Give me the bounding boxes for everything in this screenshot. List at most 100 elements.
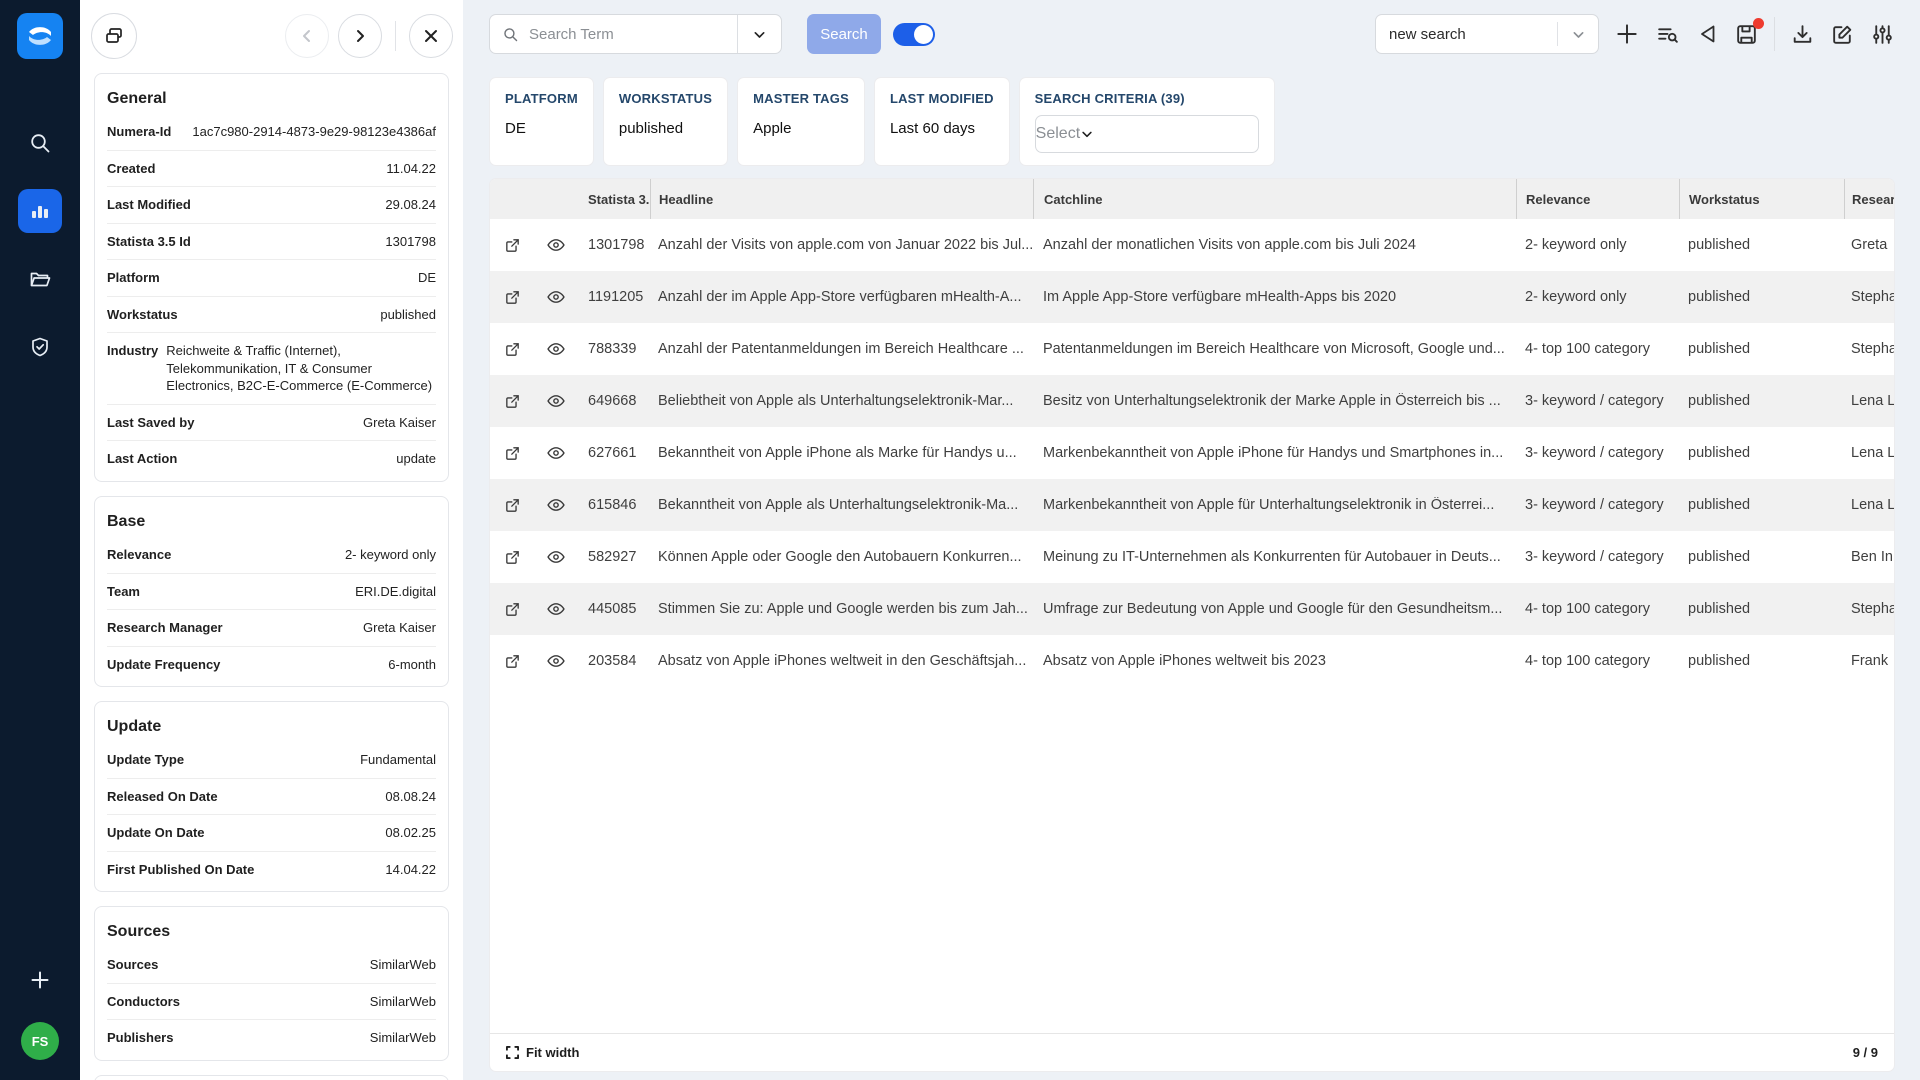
add-button[interactable] — [18, 958, 62, 1002]
table-row[interactable]: 203584Absatz von Apple iPhones weltweit … — [490, 635, 1894, 687]
criteria-select-placeholder: Select — [1036, 125, 1080, 143]
panel-row-label: Relevance — [107, 546, 171, 564]
column-header-id[interactable]: Statista 3... — [578, 179, 650, 219]
panel-row-label: Sources — [107, 956, 158, 974]
cell-workstatus: published — [1679, 601, 1844, 617]
eye-icon — [546, 287, 566, 307]
external-link-icon — [504, 341, 521, 358]
fit-width-button[interactable]: Fit width — [506, 1045, 579, 1060]
cell-headline: Beliebtheit von Apple als Unterhaltungse… — [650, 393, 1033, 409]
section-title: General — [107, 90, 436, 108]
sidebar-item-search[interactable] — [18, 121, 62, 165]
toggle-knob — [914, 25, 933, 44]
sidebar-item-folders[interactable] — [18, 257, 62, 301]
save-button[interactable] — [1734, 22, 1759, 47]
cell-catchline: Im Apple App-Store verfügbare mHealth-Ap… — [1033, 289, 1516, 305]
preview-button[interactable] — [534, 339, 578, 359]
preview-button[interactable] — [534, 391, 578, 411]
preview-button[interactable] — [534, 235, 578, 255]
flag-button[interactable] — [1695, 22, 1719, 46]
chip-master-tags[interactable]: MASTER TAGSApple — [737, 77, 865, 166]
search-list-button[interactable] — [1655, 22, 1680, 47]
cell-catchline: Anzahl der monatlichen Visits von apple.… — [1033, 237, 1516, 253]
chip-last-modified[interactable]: LAST MODIFIEDLast 60 days — [874, 77, 1010, 166]
table-row[interactable]: 582927Können Apple oder Google den Autob… — [490, 531, 1894, 583]
user-avatar[interactable]: FS — [21, 1022, 59, 1060]
panel-row-label: Update Frequency — [107, 656, 220, 674]
folder-icon — [28, 267, 52, 291]
table-row[interactable]: 1191205Anzahl der im Apple App-Store ver… — [490, 271, 1894, 323]
statista-logo[interactable] — [17, 13, 63, 59]
preview-button[interactable] — [534, 443, 578, 463]
open-external-button[interactable] — [490, 497, 534, 514]
column-header-headline[interactable]: Headline — [650, 179, 1033, 219]
eye-icon — [546, 599, 566, 619]
search-button[interactable]: Search — [807, 14, 881, 54]
saved-search-select[interactable]: new search — [1375, 14, 1599, 54]
panel-row: Numera-Id1ac7c980-2914-4873-9e29-98123e4… — [107, 114, 436, 151]
forward-button[interactable] — [338, 14, 382, 58]
preview-button[interactable] — [534, 287, 578, 307]
close-button[interactable] — [409, 14, 453, 58]
chip-platform[interactable]: PLATFORMDE — [489, 77, 594, 166]
open-external-button[interactable] — [490, 549, 534, 566]
back-button[interactable] — [285, 14, 329, 58]
panel-row: First Published On Date14.04.22 — [107, 852, 436, 888]
cell-id: 788339 — [578, 341, 650, 357]
table-row[interactable]: 788339Anzahl der Patentanmeldungen im Be… — [490, 323, 1894, 375]
open-external-button[interactable] — [490, 289, 534, 306]
table-row[interactable]: 615846Bekanntheit von Apple als Unterhal… — [490, 479, 1894, 531]
search-toggle[interactable] — [893, 23, 935, 46]
panel-row: TeamERI.DE.digital — [107, 574, 436, 611]
preview-button[interactable] — [534, 651, 578, 671]
search-options-dropdown[interactable] — [737, 15, 781, 53]
chip-label: MASTER TAGS — [753, 91, 849, 106]
preview-button[interactable] — [534, 495, 578, 515]
panel-section-general: General Numera-Id1ac7c980-2914-4873-9e29-… — [94, 73, 449, 482]
panel-row: Relevance2- keyword only — [107, 537, 436, 574]
filter-settings-button[interactable] — [1870, 22, 1895, 47]
panel-row-label: Released On Date — [107, 788, 218, 806]
cell-researcher: Stepha — [1844, 601, 1894, 617]
new-search-button[interactable] — [1614, 21, 1640, 47]
chip-search-criteria[interactable]: SEARCH CRITERIA (39) Select — [1019, 77, 1275, 166]
chip-value: DE — [505, 120, 578, 137]
sidebar-item-quality[interactable] — [18, 325, 62, 369]
open-external-button[interactable] — [490, 393, 534, 410]
column-header-relevance[interactable]: Relevance — [1516, 179, 1679, 219]
table-row[interactable]: 1301798Anzahl der Visits von apple.com v… — [490, 219, 1894, 271]
column-header-researcher[interactable]: Researc — [1844, 179, 1894, 219]
details-panel: General Numera-Id1ac7c980-2914-4873-9e29-… — [80, 0, 463, 1080]
preview-button[interactable] — [534, 599, 578, 619]
open-external-button[interactable] — [490, 653, 534, 670]
pages-button[interactable] — [91, 13, 137, 59]
cell-relevance: 3- keyword / category — [1516, 393, 1679, 409]
filter-chips: PLATFORMDEWORKSTATUSpublishedMASTER TAGS… — [463, 54, 1920, 166]
sidebar-item-statistics[interactable] — [18, 189, 62, 233]
download-button[interactable] — [1790, 22, 1815, 47]
open-external-button[interactable] — [490, 445, 534, 462]
chip-value: Last 60 days — [890, 120, 994, 137]
criteria-select[interactable]: Select — [1035, 115, 1259, 153]
divider — [395, 21, 396, 51]
table-row[interactable]: 649668Beliebtheit von Apple als Unterhal… — [490, 375, 1894, 427]
chip-workstatus[interactable]: WORKSTATUSpublished — [603, 77, 728, 166]
edit-button[interactable] — [1830, 22, 1855, 47]
cell-id: 582927 — [578, 549, 650, 565]
column-header-catchline[interactable]: Catchline — [1033, 179, 1516, 219]
open-external-button[interactable] — [490, 601, 534, 618]
header-spacer — [534, 179, 578, 219]
cell-workstatus: published — [1679, 497, 1844, 513]
panel-row-value: Fundamental — [192, 751, 436, 769]
table-row[interactable]: 445085Stimmen Sie zu: Apple und Google w… — [490, 583, 1894, 635]
cell-workstatus: published — [1679, 341, 1844, 357]
open-external-button[interactable] — [490, 341, 534, 358]
external-link-icon — [504, 237, 521, 254]
search-input[interactable] — [527, 25, 737, 44]
column-header-workstatus[interactable]: Workstatus — [1679, 179, 1844, 219]
panel-row: Last Actionupdate — [107, 441, 436, 477]
table-row[interactable]: 627661Bekanntheit von Apple iPhone als M… — [490, 427, 1894, 479]
cell-id: 649668 — [578, 393, 650, 409]
preview-button[interactable] — [534, 547, 578, 567]
open-external-button[interactable] — [490, 237, 534, 254]
